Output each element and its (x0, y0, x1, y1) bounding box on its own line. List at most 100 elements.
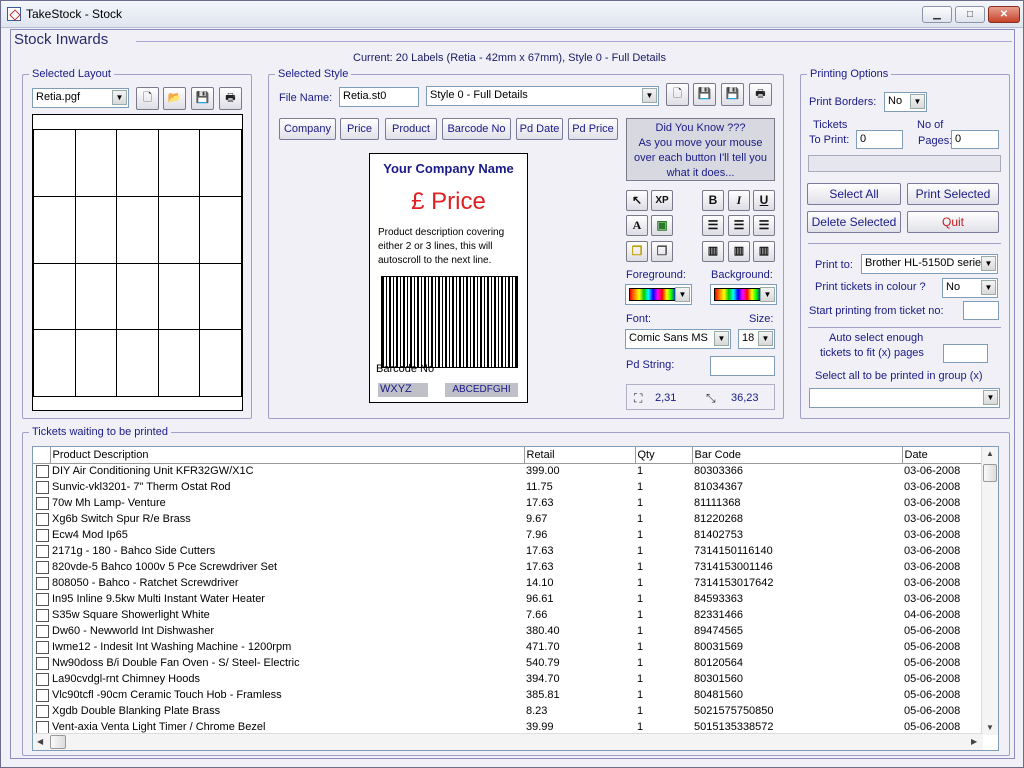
delete-selected-button[interactable]: Delete Selected (807, 211, 901, 233)
tickets-to-print-input[interactable]: 0 (856, 130, 903, 149)
select-all-button[interactable]: Select All (807, 183, 901, 205)
row-checkbox[interactable] (36, 529, 49, 542)
table-row[interactable]: S35w Square Showerlight White 7.66 1 823314… (33, 607, 981, 623)
table-row[interactable]: DIY Air Conditioning Unit KFR32GW/X1C 399… (33, 463, 981, 479)
header-date[interactable]: Date (902, 447, 982, 464)
chevron-down-icon[interactable]: ▼ (910, 94, 925, 109)
background-color-select[interactable]: ▼ (710, 284, 777, 305)
row-checkbox[interactable] (36, 497, 49, 510)
pd-string-input[interactable] (710, 356, 775, 376)
ticket-barcode-label[interactable]: Barcode No (376, 363, 434, 375)
row-checkbox[interactable] (36, 465, 49, 479)
scroll-left-icon[interactable]: ◀ (37, 737, 43, 746)
table-row[interactable]: 808050 - Bahco - Ratchet Screwdriver 14.1… (33, 575, 981, 591)
table-row[interactable]: La90cvdgl-rnt Chimney Hoods 394.70 1 803015… (33, 671, 981, 687)
chevron-down-icon[interactable]: ▼ (981, 256, 996, 271)
printer-select[interactable]: Brother HL-5150D series ▼ (861, 254, 998, 274)
new-style-button[interactable]: 🗋 (666, 83, 689, 106)
row-checkbox[interactable] (36, 609, 49, 622)
table-row[interactable]: Iwme12 - Indesit Int Washing Machine - 1… (33, 639, 981, 655)
ticket-price[interactable]: £ Price (370, 188, 527, 216)
foreground-color-select[interactable]: ▼ (625, 284, 692, 305)
print-borders-select[interactable]: No ▼ (884, 92, 927, 112)
barcode-style3-button[interactable]: ▥ (753, 241, 775, 262)
table-row[interactable]: Xgdb Double Blanking Plate Brass 8.23 1 502… (33, 703, 981, 719)
row-checkbox[interactable] (36, 641, 49, 654)
table-row[interactable]: 2171g - 180 - Bahco Side Cutters 17.63 1 73… (33, 543, 981, 559)
scroll-right-icon[interactable]: ▶ (971, 737, 977, 746)
table-row[interactable]: In95 Inline 9.5kw Multi Instant Water He… (33, 591, 981, 607)
chevron-down-icon[interactable]: ▼ (760, 287, 775, 302)
print-layout-button[interactable]: 🖶 (219, 87, 242, 110)
table-row[interactable]: Dw60 - Newworld Int Dishwasher 380.40 1 894… (33, 623, 981, 639)
chevron-down-icon[interactable]: ▼ (642, 88, 657, 103)
align-center-button[interactable]: ☰ (728, 215, 750, 236)
start-ticket-input[interactable] (963, 301, 999, 320)
row-checkbox[interactable] (36, 481, 49, 494)
table-row[interactable]: Ecw4 Mod Ip65 7.96 1 81402753 03-06-2008 (33, 527, 981, 543)
row-checkbox[interactable] (36, 577, 49, 590)
underline-button[interactable]: U (753, 190, 775, 211)
field-barcode-button[interactable]: Barcode No (442, 118, 511, 140)
table-row[interactable]: Vlc90tcfl -90cm Ceramic Touch Hob - Fram… (33, 687, 981, 703)
chevron-down-icon[interactable]: ▼ (714, 331, 729, 346)
table-row[interactable]: Nw90doss B/i Double Fan Oven - S/ Steel-… (33, 655, 981, 671)
row-checkbox[interactable] (36, 657, 49, 670)
style-select[interactable]: Style 0 - Full Details ▼ (426, 86, 659, 106)
vertical-scroll-thumb[interactable] (983, 464, 997, 482)
row-checkbox[interactable] (36, 593, 49, 606)
no-of-pages-input[interactable]: 0 (951, 130, 999, 149)
print-style-button[interactable]: 🖶 (749, 83, 772, 106)
open-layout-button[interactable]: 📂 (163, 87, 186, 110)
table-row[interactable]: 820vde-5 Bahco 1000v 5 Pce Screwdriver S… (33, 559, 981, 575)
print-selected-button[interactable]: Print Selected (907, 183, 999, 205)
bold-button[interactable]: B (702, 190, 724, 211)
table-row[interactable]: 70w Mh Lamp- Venture 17.63 1 81111368 03-06-… (33, 495, 981, 511)
ticket-code-abc[interactable]: ABCEDFGHI (445, 383, 518, 397)
row-checkbox[interactable] (36, 513, 49, 526)
font-select[interactable]: Comic Sans MS ▼ (625, 329, 731, 349)
italic-button[interactable]: I (728, 190, 750, 211)
scroll-down-icon[interactable]: ▼ (986, 723, 994, 732)
minimize-button[interactable]: ▁ (922, 6, 952, 23)
scroll-up-icon[interactable]: ▲ (986, 449, 994, 458)
maximize-button[interactable]: □ (955, 6, 985, 23)
save-as-style-button[interactable]: 💾 (721, 83, 744, 106)
chevron-down-icon[interactable]: ▼ (981, 280, 996, 295)
row-checkbox[interactable] (36, 561, 49, 574)
table-row[interactable]: Xg6b Switch Spur R/e Brass 9.67 1 81220268 0… (33, 511, 981, 527)
save-style-button[interactable]: 💾 (693, 83, 716, 106)
row-checkbox[interactable] (36, 545, 49, 558)
xp-tool-button[interactable]: XP (651, 190, 673, 211)
quit-button[interactable]: Quit (907, 211, 999, 233)
close-button[interactable]: ✕ (988, 6, 1020, 23)
print-colour-select[interactable]: No ▼ (942, 278, 998, 298)
vertical-scrollbar[interactable]: ▲ ▼ (981, 447, 998, 735)
chevron-down-icon[interactable]: ▼ (983, 390, 998, 405)
ticket-company[interactable]: Your Company Name (370, 161, 527, 176)
align-left-button[interactable]: ☰ (702, 215, 724, 236)
align-right-button[interactable]: ☰ (753, 215, 775, 236)
save-layout-button[interactable]: 💾 (191, 87, 214, 110)
image-tool-button[interactable]: ▣ (651, 215, 673, 236)
chevron-down-icon[interactable]: ▼ (112, 90, 127, 105)
horizontal-scrollbar[interactable]: ◀ ▶ (33, 733, 983, 750)
field-company-button[interactable]: Company (279, 118, 336, 140)
group-select[interactable]: ▼ (809, 388, 1000, 408)
style-file-input[interactable]: Retia.st0 (339, 87, 419, 107)
horizontal-scroll-thumb[interactable] (50, 735, 66, 749)
ticket-description[interactable]: Product description covering either 2 or… (378, 226, 524, 268)
auto-select-input[interactable] (943, 344, 988, 363)
send-back-button[interactable]: ❐ (651, 241, 673, 262)
row-checkbox[interactable] (36, 689, 49, 702)
row-checkbox[interactable] (36, 705, 49, 718)
chevron-down-icon[interactable]: ▼ (675, 287, 690, 302)
pointer-tool-button[interactable]: ↖ (626, 190, 648, 211)
field-product-button[interactable]: Product (385, 118, 437, 140)
header-product-description[interactable]: Product Description (50, 447, 525, 464)
table-row[interactable]: Sunvic-vkl3201- 7" Therm Ostat Rod 11.75 1… (33, 479, 981, 495)
layout-file-select[interactable]: Retia.pgf ▼ (32, 88, 129, 108)
barcode-style2-button[interactable]: ▥ (728, 241, 750, 262)
text-tool-button[interactable]: A (626, 215, 648, 236)
ticket-code-wxyz[interactable]: WXYZ (378, 383, 428, 397)
